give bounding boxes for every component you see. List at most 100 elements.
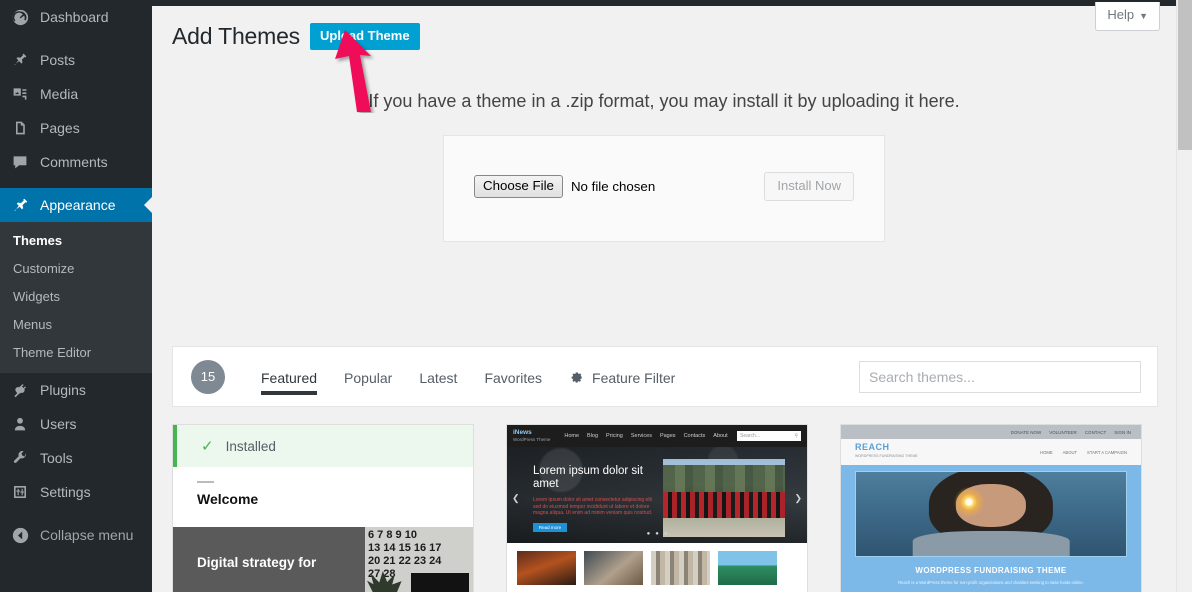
calendar-row: 6 7 8 9 10 <box>368 529 417 541</box>
help-button[interactable]: Help ▼ <box>1095 2 1160 31</box>
preview-thumbnails <box>507 543 807 585</box>
preview-photo-sparkler <box>855 471 1127 557</box>
installed-banner: ✓ Installed <box>173 425 473 467</box>
preview-logo-text: REACH <box>855 442 890 452</box>
topbar-link: CONTACT <box>1084 429 1107 435</box>
sidebar-item-dashboard[interactable]: Dashboard <box>0 0 152 34</box>
preview-header: REACH WORDPRESS FUNDRAISING THEME HOME A… <box>841 439 1141 465</box>
feature-filter-button[interactable]: Feature Filter <box>569 346 675 407</box>
theme-card-reach[interactable]: DONATE NOW VOLUNTEER CONTACT SIGN IN REA… <box>840 424 1142 592</box>
page-body: Add Themes Upload Theme If you have a th… <box>152 6 1176 592</box>
nav-link: Pages <box>659 433 676 439</box>
theme-count-badge: 15 <box>191 359 225 394</box>
calendar-row: 13 14 15 16 17 <box>368 542 442 554</box>
admin-bar <box>152 0 1192 6</box>
check-icon: ✓ <box>201 438 214 455</box>
submenu-item-widgets[interactable]: Widgets <box>0 283 152 311</box>
feature-filter-label: Feature Filter <box>592 369 676 386</box>
file-input-row: Choose File No file chosen <box>474 175 764 198</box>
submenu-item-menus[interactable]: Menus <box>0 311 152 339</box>
collapse-menu-label: Collapse menu <box>40 527 134 543</box>
theme-card-installed[interactable]: ✓ Installed Welcome Digital strategy for… <box>172 424 474 592</box>
collapse-arrow-icon <box>9 525 31 545</box>
chevron-right-icon: ❯ <box>794 493 802 503</box>
sidebar-item-label: Dashboard <box>40 9 109 25</box>
submenu-item-themes[interactable]: Themes <box>0 227 152 255</box>
preview-search-placeholder: Search... <box>740 433 761 439</box>
gear-icon <box>569 370 584 385</box>
page-scrollbar[interactable] <box>1176 0 1192 592</box>
sidebar-item-label: Settings <box>40 484 91 500</box>
sidebar-item-settings[interactable]: Settings <box>0 475 152 509</box>
preview-body: WORDPRESS FUNDRAISING THEME Reach is a W… <box>841 465 1141 592</box>
wrench-icon <box>9 448 31 468</box>
photo-sparkler <box>954 487 985 518</box>
choose-file-button[interactable]: Choose File <box>474 175 563 198</box>
pages-icon <box>9 118 31 138</box>
preview-logo: REACH WORDPRESS FUNDRAISING THEME <box>855 443 918 461</box>
thumbnail <box>584 551 643 585</box>
preview-hero: Lorem ipsum dolor sit amet Lorem ipsum d… <box>507 447 807 543</box>
nav-link: START A CAMPAIGN <box>1087 449 1127 455</box>
scrollbar-thumb[interactable] <box>1178 0 1192 150</box>
sidebar-item-posts[interactable]: Posts <box>0 43 152 77</box>
help-label: Help <box>1107 7 1135 22</box>
sidebar-item-users[interactable]: Users <box>0 407 152 441</box>
thumbnail <box>651 551 710 585</box>
upload-theme-button[interactable]: Upload Theme <box>309 23 420 50</box>
collapse-menu-button[interactable]: Collapse menu <box>0 518 152 552</box>
sidebar-item-label: Pages <box>40 120 80 136</box>
tab-label: Favorites <box>484 369 543 386</box>
sidebar-item-comments[interactable]: Comments <box>0 145 152 179</box>
sidebar-item-plugins[interactable]: Plugins <box>0 373 152 407</box>
sidebar-separator <box>0 34 152 43</box>
install-now-button[interactable]: Install Now <box>764 172 854 201</box>
tab-label: Latest <box>419 369 458 386</box>
nav-link: HOME <box>1040 449 1053 455</box>
nav-link: ABOUT <box>1062 449 1078 455</box>
search-icon: ⚲ <box>794 433 798 439</box>
upload-theme-panel: Choose File No file chosen Install Now <box>443 135 885 242</box>
sidebar-item-pages[interactable]: Pages <box>0 111 152 145</box>
calendar-row: 20 21 22 23 24 <box>368 555 442 567</box>
tab-popular[interactable]: Popular <box>344 346 392 407</box>
preview-nav-links: Home Blog Pricing Services Pages Contact… <box>564 433 727 439</box>
preview-logo-sub: WORDPRESS FUNDRAISING THEME <box>855 454 918 458</box>
sidebar-item-label: Tools <box>40 450 73 466</box>
tab-favorites[interactable]: Favorites <box>484 346 542 407</box>
photo-guards <box>663 491 785 519</box>
preview-hero-body: Lorem ipsum dolor sit amet consectetur a… <box>533 497 653 516</box>
tab-featured[interactable]: Featured <box>261 346 318 407</box>
tab-latest[interactable]: Latest <box>419 346 457 407</box>
preview-logo-text: iNews <box>513 429 532 436</box>
tab-label: Popular <box>344 369 393 386</box>
theme-preview-welcome: Welcome <box>173 467 473 527</box>
plug-icon <box>9 380 31 400</box>
topbar-link: DONATE NOW <box>1010 429 1042 435</box>
preview-subtitle: Reach is a WordPress theme for non-profi… <box>898 580 1084 585</box>
nav-link: About <box>713 433 728 439</box>
preview-topbar: DONATE NOW VOLUNTEER CONTACT SIGN IN <box>841 425 1141 439</box>
preview-nav-links: HOME ABOUT START A CAMPAIGN <box>1040 450 1127 455</box>
chevron-down-icon: ▼ <box>1139 11 1148 21</box>
sidebar-separator <box>0 179 152 188</box>
carousel-dots: ● ● ● <box>646 531 668 537</box>
page-header: Add Themes Upload Theme <box>152 6 1176 51</box>
nav-link: Services <box>630 433 652 439</box>
submenu-item-customize[interactable]: Customize <box>0 255 152 283</box>
theme-tabs: Featured Popular Latest Favorites Featur… <box>261 346 702 407</box>
sidebar-item-appearance[interactable]: Appearance <box>0 188 152 222</box>
submenu-item-theme-editor[interactable]: Theme Editor <box>0 339 152 367</box>
search-themes-input[interactable] <box>859 360 1141 393</box>
installed-label: Installed <box>225 438 276 454</box>
admin-sidebar: Dashboard Posts Media Pages Comments App… <box>0 0 152 592</box>
theme-card-inews[interactable]: iNews WordPress Theme Home Blog Pricing … <box>506 424 808 592</box>
user-icon <box>9 414 31 434</box>
comments-icon <box>9 152 31 172</box>
thumbnail <box>517 551 576 585</box>
file-name-text: No file chosen <box>570 179 656 194</box>
preview-navbar: iNews WordPress Theme Home Blog Pricing … <box>507 425 807 447</box>
nav-link: Blog <box>587 433 599 439</box>
sidebar-item-media[interactable]: Media <box>0 77 152 111</box>
sidebar-item-tools[interactable]: Tools <box>0 441 152 475</box>
